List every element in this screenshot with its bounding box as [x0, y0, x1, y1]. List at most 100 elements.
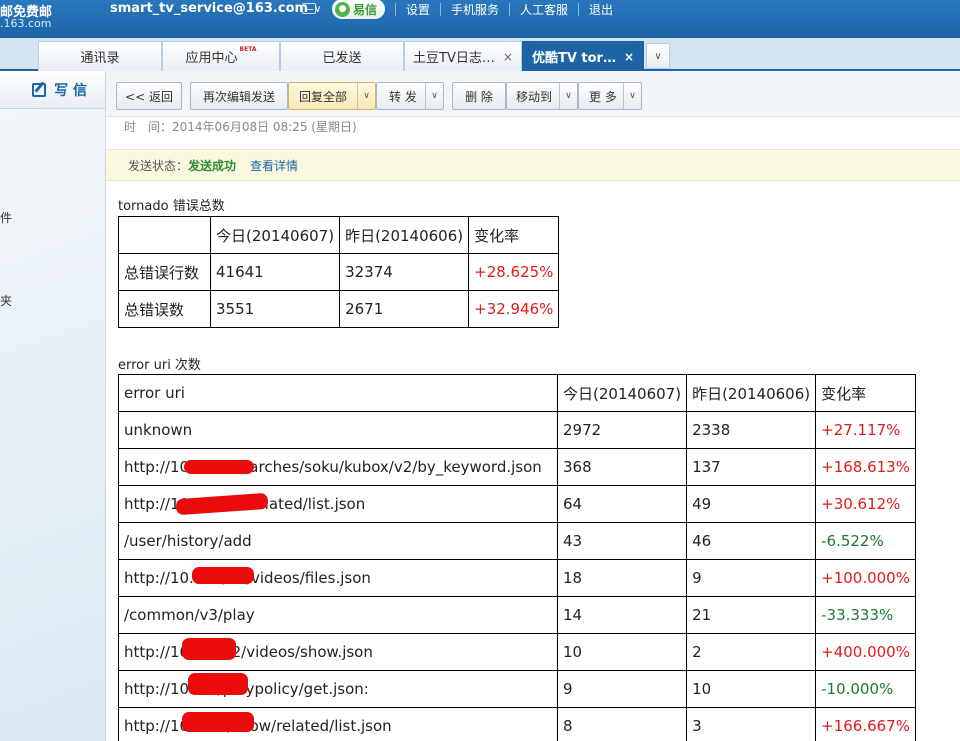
more-button[interactable]: 更 多 ∨ — [578, 82, 642, 110]
yixin-icon: ● — [335, 1, 350, 17]
divider — [578, 3, 580, 16]
uri-cell: /user/history/add — [118, 522, 558, 560]
tab-label: 应用中心 — [185, 51, 238, 66]
change-rate: +166.667% — [815, 707, 916, 741]
tab-sent[interactable]: 已发送 — [280, 41, 404, 71]
chevron-down-icon: ∨ — [654, 50, 662, 62]
reedit-send-button[interactable]: 再次编辑发送 — [190, 82, 288, 110]
account-menu[interactable]: smart_tv_service@163.com ∨ — [110, 1, 321, 16]
chevron-down-icon[interactable]: ∨ — [357, 83, 375, 109]
more-label: 更 多 — [589, 89, 617, 104]
yesterday-value: 9 — [686, 559, 817, 597]
chevron-down-icon[interactable]: ∨ — [623, 83, 641, 109]
today-value: 14 — [556, 596, 688, 634]
reply-all-label: 回复全部 — [299, 89, 348, 104]
divider — [395, 3, 396, 16]
summary-table: 今日(20140607) 昨日(20140606) 变化率 总错误行数 4164… — [118, 216, 560, 328]
today-value: 64 — [556, 485, 688, 523]
table-row: 总错误数 3551 2671 +32.946% — [118, 290, 560, 328]
customer-service-link[interactable]: 人工客服 — [520, 1, 568, 18]
today-value: 368 — [556, 448, 688, 486]
change-rate: +400.000% — [815, 633, 916, 671]
table-row: unknown 2972 2338 +27.117% — [118, 411, 916, 449]
tab-label: 已发送 — [322, 51, 362, 66]
redaction-mark — [188, 673, 248, 695]
reply-all-button[interactable]: 回复全部 ∨ — [288, 82, 376, 110]
yesterday-value: 2671 — [339, 290, 470, 328]
redaction-mark — [182, 638, 236, 660]
change-rate: -6.522% — [815, 522, 916, 560]
sent-time: 时 间：2014年06月08日 08:25 (星期日) — [124, 118, 357, 135]
time-value: 2014年06月08日 08:25 (星期日) — [172, 120, 357, 134]
tab-label: 土豆TV日志… — [413, 51, 495, 66]
view-details-link[interactable]: 查看详情 — [250, 157, 298, 174]
mobile-service-link[interactable]: 手机服务 — [451, 1, 499, 18]
pencil-icon — [32, 82, 47, 97]
tab-contacts[interactable]: 通讯录 — [38, 41, 162, 71]
today-value: 10 — [556, 633, 688, 671]
account-email: smart_tv_service@163.com — [110, 1, 309, 16]
row-label: 总错误数 — [118, 290, 211, 328]
send-status-bar: 发送状态： 发送成功 查看详情 — [106, 149, 960, 181]
back-button[interactable]: << 返回 — [116, 82, 182, 110]
close-icon[interactable]: × — [503, 50, 513, 64]
forward-label: 转 发 — [389, 89, 417, 104]
top-bar: 邮免费邮 .163.com smart_tv_service@163.com ∨ … — [0, 0, 960, 38]
delete-button[interactable]: 删 除 — [452, 82, 506, 110]
table-row: /common/v3/play 14 21 -33.333% — [118, 596, 916, 634]
header-cell: 今日(20140607) — [556, 374, 688, 412]
compose-button[interactable]: 写 信 — [0, 71, 105, 109]
redaction-mark — [184, 460, 254, 474]
forward-button[interactable]: 转 发 ∨ — [376, 82, 444, 110]
yixin-button[interactable]: ● 易信 — [332, 0, 386, 19]
mail-content: << 返回 再次编辑发送 回复全部 ∨ 转 发 ∨ 删 除 移动到 ∨ 更 多 … — [106, 71, 960, 741]
change-rate: -10.000% — [815, 670, 916, 708]
close-icon[interactable]: × — [624, 50, 634, 64]
tab-app-center[interactable]: 应用中心 BETA — [162, 41, 280, 71]
header-cell: 昨日(20140606) — [686, 374, 817, 412]
change-rate: +28.625% — [468, 253, 560, 291]
yesterday-value: 46 — [686, 522, 817, 560]
compose-label: 写 信 — [54, 82, 87, 99]
uri-table-title: error uri 次数 — [118, 358, 201, 373]
tab-label: 通讯录 — [80, 51, 120, 66]
header-cell: 今日(20140607) — [209, 216, 341, 254]
change-rate: +30.612% — [815, 485, 916, 523]
uri-cell: http://10. 13/playpolicy/get.json: — [118, 670, 558, 708]
yesterday-value: 21 — [686, 596, 817, 634]
divider — [509, 3, 511, 16]
chevron-down-icon[interactable]: ∨ — [559, 83, 577, 109]
tab-overflow-button[interactable]: ∨ — [646, 43, 670, 69]
today-value: 9 — [556, 670, 688, 708]
table-row: http://10. 11/v2/videos/show.json 10 2 +… — [118, 633, 916, 671]
logout-link[interactable]: 退出 — [589, 1, 613, 18]
chevron-down-icon[interactable]: ∨ — [425, 83, 443, 109]
sidebar-item-folders[interactable]: 夹 — [0, 292, 12, 309]
change-rate: +27.117% — [815, 411, 916, 449]
header-cell: 变化率 — [468, 216, 560, 254]
yesterday-value: 49 — [686, 485, 817, 523]
header-cell — [118, 216, 211, 254]
table-row: 总错误行数 41641 32374 +28.625% — [118, 253, 560, 291]
tab-label: 优酷TV tor… — [531, 51, 616, 66]
mailbox-icon[interactable] — [302, 3, 316, 14]
redaction-mark — [192, 567, 254, 584]
tab-tudou-log[interactable]: 土豆TV日志… × — [404, 41, 522, 71]
table-header-row: 今日(20140607) 昨日(20140606) 变化率 — [118, 216, 560, 254]
status-label: 发送状态： — [128, 158, 189, 173]
tab-youku-tornado[interactable]: 优酷TV tor… × — [522, 41, 644, 71]
yesterday-value: 137 — [686, 448, 817, 486]
move-to-button[interactable]: 移动到 ∨ — [506, 82, 578, 110]
header-cell: 昨日(20140606) — [339, 216, 470, 254]
change-rate: -33.333% — [815, 596, 916, 634]
time-label: 时 间： — [124, 120, 173, 134]
settings-link[interactable]: 设置 — [406, 1, 430, 18]
today-value: 41641 — [209, 253, 341, 291]
today-value: 18 — [556, 559, 688, 597]
beta-badge: BETA — [239, 46, 257, 53]
yesterday-value: 2 — [686, 633, 817, 671]
sidebar-item-files[interactable]: 件 — [0, 209, 12, 226]
change-rate: +100.000% — [815, 559, 916, 597]
divider — [440, 3, 442, 16]
mail-toolbar: << 返回 再次编辑发送 回复全部 ∨ 转 发 ∨ 删 除 移动到 ∨ 更 多 … — [106, 71, 960, 117]
